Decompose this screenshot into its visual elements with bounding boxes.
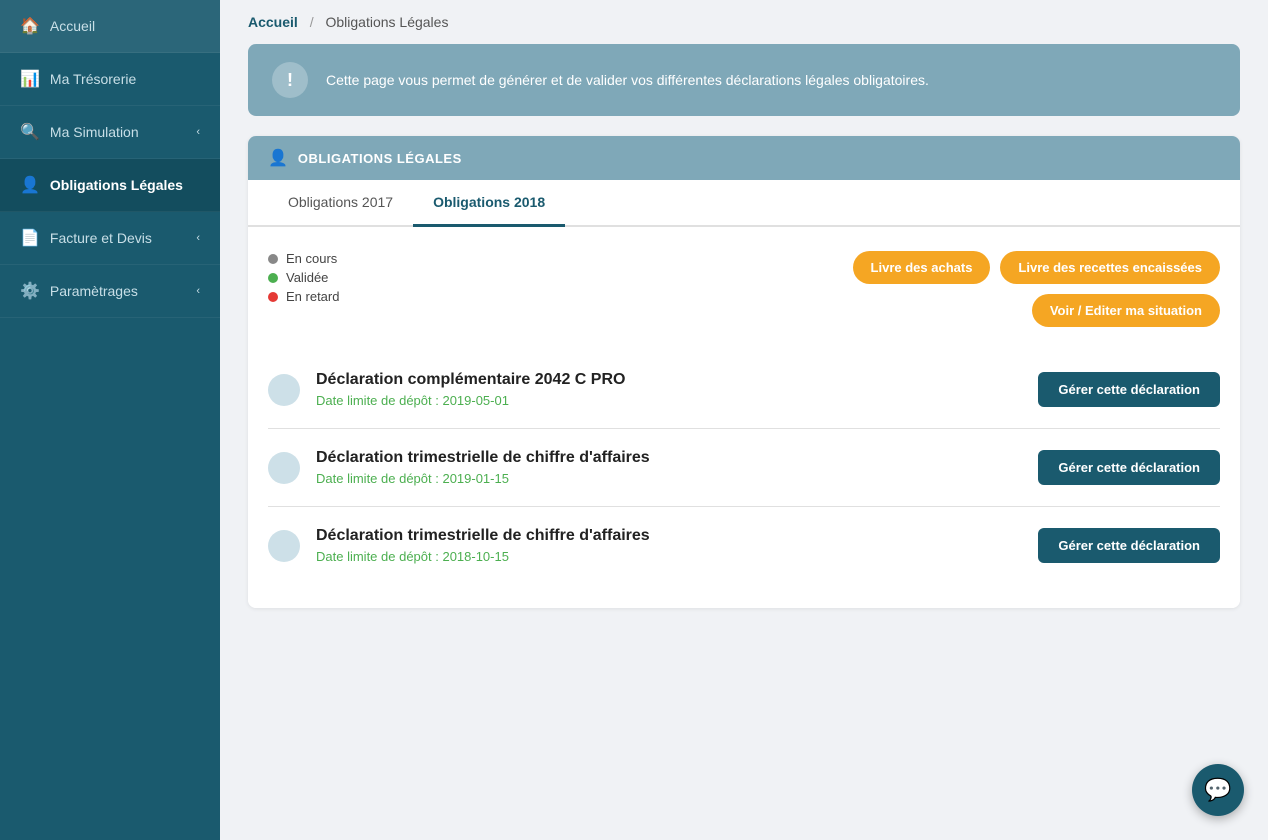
search-icon: 🔍 (20, 122, 40, 142)
action-buttons: Livre des achats Livre des recettes enca… (853, 251, 1220, 327)
declaration-card-2: Déclaration trimestrielle de chiffre d'a… (268, 429, 1220, 507)
decl-info-1: Déclaration complémentaire 2042 C PRO Da… (316, 371, 1022, 408)
action-buttons-row1: Livre des achats Livre des recettes enca… (853, 251, 1220, 284)
decl-title-3: Déclaration trimestrielle de chiffre d'a… (316, 527, 1022, 545)
obligations-panel: 👤 OBLIGATIONS LÉGALES Obligations 2017 O… (248, 136, 1240, 608)
info-banner: ! Cette page vous permet de générer et d… (248, 44, 1240, 116)
livre-achats-button[interactable]: Livre des achats (853, 251, 991, 284)
sidebar-item-label: Obligations Légales (50, 177, 183, 193)
decl-status-circle-2 (268, 452, 300, 484)
legend-actions-row: En cours Validée En retard Livre des ach… (268, 251, 1220, 327)
livre-recettes-button[interactable]: Livre des recettes encaissées (1000, 251, 1220, 284)
decl-title-1: Déclaration complémentaire 2042 C PRO (316, 371, 1022, 389)
sidebar-item-accueil[interactable]: 🏠 Accueil (0, 0, 220, 53)
legend-en-cours-label: En cours (286, 251, 337, 266)
user-icon: 👤 (20, 175, 40, 195)
sidebar-item-facture[interactable]: 📄 Facture et Devis ‹ (0, 212, 220, 265)
manage-button-2[interactable]: Gérer cette déclaration (1038, 450, 1220, 485)
legend-en-retard: En retard (268, 289, 339, 304)
chart-icon: 📊 (20, 69, 40, 89)
sidebar-item-label: Accueil (50, 18, 95, 34)
tab-2018[interactable]: Obligations 2018 (413, 180, 565, 227)
breadcrumb-home[interactable]: Accueil (248, 14, 298, 30)
voir-editer-button[interactable]: Voir / Editer ma situation (1032, 294, 1220, 327)
chevron-right-icon: ‹ (196, 126, 200, 138)
legend-validee-label: Validée (286, 270, 328, 285)
decl-date-1: Date limite de dépôt : 2019-05-01 (316, 393, 1022, 408)
chat-button[interactable]: 💬 (1192, 764, 1244, 816)
decl-status-circle-1 (268, 374, 300, 406)
legend-en-cours: En cours (268, 251, 339, 266)
decl-title-2: Déclaration trimestrielle de chiffre d'a… (316, 449, 1022, 467)
info-icon: ! (272, 62, 308, 98)
chevron-right-icon-3: ‹ (196, 285, 200, 297)
sidebar-item-label: Paramètrages (50, 283, 138, 299)
tab-content: En cours Validée En retard Livre des ach… (248, 227, 1240, 608)
sidebar-item-obligations[interactable]: 👤 Obligations Légales (0, 159, 220, 212)
decl-date-3: Date limite de dépôt : 2018-10-15 (316, 549, 1022, 564)
main-content: Accueil / Obligations Légales ! Cette pa… (220, 0, 1268, 840)
panel-title: OBLIGATIONS LÉGALES (298, 151, 462, 166)
sidebar-item-label: Ma Simulation (50, 124, 139, 140)
document-icon: 📄 (20, 228, 40, 248)
tabs-bar: Obligations 2017 Obligations 2018 (248, 180, 1240, 227)
sidebar-item-label: Ma Trésorerie (50, 71, 136, 87)
manage-button-3[interactable]: Gérer cette déclaration (1038, 528, 1220, 563)
dot-gray (268, 254, 278, 264)
panel-user-icon: 👤 (268, 148, 288, 168)
legend-validee: Validée (268, 270, 339, 285)
home-icon: 🏠 (20, 16, 40, 36)
sidebar-item-simulation[interactable]: 🔍 Ma Simulation ‹ (0, 106, 220, 159)
breadcrumb-separator: / (310, 14, 314, 30)
dot-green (268, 273, 278, 283)
legend: En cours Validée En retard (268, 251, 339, 304)
legend-en-retard-label: En retard (286, 289, 339, 304)
action-buttons-row2: Voir / Editer ma situation (1032, 294, 1220, 327)
chevron-right-icon-2: ‹ (196, 232, 200, 244)
gear-icon: ⚙️ (20, 281, 40, 301)
panel-header: 👤 OBLIGATIONS LÉGALES (248, 136, 1240, 180)
breadcrumb-current: Obligations Légales (325, 14, 448, 30)
decl-date-2: Date limite de dépôt : 2019-01-15 (316, 471, 1022, 486)
sidebar-item-parametrages[interactable]: ⚙️ Paramètrages ‹ (0, 265, 220, 318)
sidebar-item-label: Facture et Devis (50, 230, 152, 246)
dot-red (268, 292, 278, 302)
tab-2017[interactable]: Obligations 2017 (268, 180, 413, 227)
manage-button-1[interactable]: Gérer cette déclaration (1038, 372, 1220, 407)
chat-icon: 💬 (1204, 777, 1231, 803)
sidebar-item-tresorerie[interactable]: 📊 Ma Trésorerie (0, 53, 220, 106)
sidebar: 🏠 Accueil 📊 Ma Trésorerie 🔍 Ma Simulatio… (0, 0, 220, 840)
decl-status-circle-3 (268, 530, 300, 562)
info-banner-text: Cette page vous permet de générer et de … (326, 72, 929, 88)
breadcrumb: Accueil / Obligations Légales (220, 0, 1268, 44)
decl-info-3: Déclaration trimestrielle de chiffre d'a… (316, 527, 1022, 564)
declaration-card-3: Déclaration trimestrielle de chiffre d'a… (268, 507, 1220, 584)
decl-info-2: Déclaration trimestrielle de chiffre d'a… (316, 449, 1022, 486)
declaration-card-1: Déclaration complémentaire 2042 C PRO Da… (268, 351, 1220, 429)
